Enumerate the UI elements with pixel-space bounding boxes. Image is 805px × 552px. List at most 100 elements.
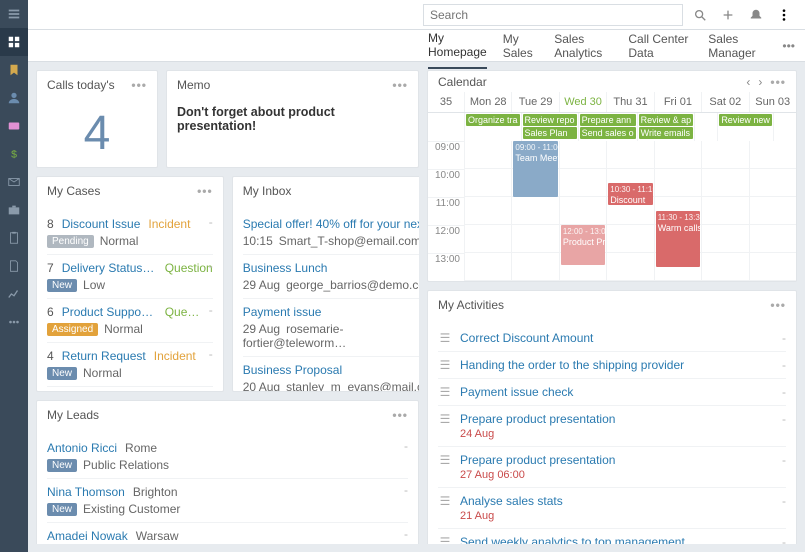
tab-sales[interactable]: My Sales (503, 24, 539, 68)
activity-row[interactable]: ☰ Correct Discount Amount - (438, 325, 786, 352)
cal-event[interactable]: 10:30 - 11:15Discount (608, 183, 652, 205)
lead-city: Rome (125, 441, 157, 455)
inbox-row[interactable]: Business Proposal 20 Augstanley_m_evans@… (243, 357, 419, 391)
more-icon[interactable] (0, 308, 28, 336)
inbox-row[interactable]: Special offer! 40% off for your next … 1… (243, 211, 419, 255)
dashboard-icon[interactable] (0, 28, 28, 56)
activity-title[interactable]: Payment issue check (460, 385, 573, 399)
tabs-more-icon[interactable]: ••• (782, 39, 795, 53)
row-dash: - (782, 453, 786, 467)
row-dash: - (209, 215, 213, 229)
document-icon[interactable] (0, 252, 28, 280)
lead-type: Public Relations (83, 458, 169, 472)
cal-next-icon[interactable]: › (758, 75, 762, 89)
cal-allday-chip[interactable]: Prepare ann (580, 114, 636, 126)
panel-more-icon[interactable]: ••• (770, 75, 786, 89)
case-row[interactable]: 3Asking for compensation due to … Pendin… (47, 387, 213, 391)
activity-title[interactable]: Correct Discount Amount (460, 331, 593, 345)
memo-title: Memo (177, 78, 210, 92)
activity-title[interactable]: Send weekly analytics to top management (460, 535, 685, 544)
activity-row[interactable]: ☰ Send weekly analytics to top managemen… (438, 529, 786, 544)
case-title[interactable]: Product Support Question (62, 305, 157, 319)
case-title[interactable]: Return Request (62, 349, 146, 363)
cal-allday-chip[interactable]: Organize tra (466, 114, 520, 126)
lead-name[interactable]: Antonio Ricci (47, 441, 117, 455)
cal-allday-chip[interactable]: Sales Plan (523, 127, 577, 139)
panel-more-icon[interactable]: ••• (197, 184, 213, 198)
inbox-subject[interactable]: Payment issue (243, 305, 419, 319)
cal-day-header[interactable]: Sat 02 (701, 92, 748, 112)
activity-row[interactable]: ☰ Prepare product presentation 27 Aug 06… (438, 447, 786, 488)
inbox-subject[interactable]: Business Proposal (243, 363, 419, 377)
inbox-row[interactable]: Business Lunch 29 Auggeorge_barrios@demo… (243, 255, 419, 299)
cal-event[interactable]: 11:30 - 13:30Warm calls to repeat custom… (656, 211, 700, 267)
cal-day-header[interactable]: Sun 03 (749, 92, 796, 112)
chart-icon[interactable] (0, 280, 28, 308)
tab-manager[interactable]: Sales Manager (708, 24, 766, 68)
activity-row[interactable]: ☰ Analyse sales stats 21 Aug - (438, 488, 786, 529)
panel-more-icon[interactable]: ••• (392, 78, 408, 92)
case-title[interactable]: Delivery Status Check (62, 261, 157, 275)
cal-day-header[interactable]: Mon 28 (464, 92, 511, 112)
case-row[interactable]: 4Return RequestIncident NewNormal - (47, 343, 213, 387)
cal-event[interactable]: 12:00 - 13:00Product Presentation (561, 225, 605, 265)
cal-allday-chip[interactable]: Review & ap (639, 114, 694, 126)
clipboard-icon[interactable] (0, 224, 28, 252)
activity-row[interactable]: ☰ Payment issue check - (438, 379, 786, 406)
inbox-subject[interactable]: Special offer! 40% off for your next … (243, 217, 419, 231)
cal-event[interactable]: 09:00 - 11:00Team Meeting (513, 141, 557, 197)
activity-title[interactable]: Handing the order to the shipping provid… (460, 358, 684, 372)
dollar-icon[interactable]: $ (0, 140, 28, 168)
case-num: 4 (47, 349, 54, 363)
row-dash: - (782, 331, 786, 345)
cal-day-header[interactable]: Thu 31 (606, 92, 653, 112)
cal-allday-slot: Prepare annSend sales o (578, 113, 637, 141)
case-row[interactable]: 7Delivery Status CheckQuestion NewLow - (47, 255, 213, 299)
activity-title[interactable]: Analyse sales stats (460, 494, 563, 508)
inbox-subject[interactable]: Business Lunch (243, 261, 419, 275)
inbox-time: 20 Aug (243, 380, 280, 391)
lead-name[interactable]: Amadei Nowak (47, 529, 128, 543)
activity-title[interactable]: Prepare product presentation (460, 412, 615, 426)
tab-analytics[interactable]: Sales Analytics (554, 24, 612, 68)
case-row[interactable]: 8Discount IssueIncident PendingNormal - (47, 211, 213, 255)
cal-allday-chip[interactable]: Send sales o (580, 127, 636, 139)
cal-prev-icon[interactable]: ‹ (746, 75, 750, 89)
inbox-row[interactable]: Payment issue 29 Augrosemarie-fortier@te… (243, 299, 419, 357)
lead-row[interactable]: Nina ThomsonBrighton NewExisting Custome… (47, 479, 408, 523)
briefcase-icon[interactable] (0, 196, 28, 224)
activity-row[interactable]: ☰ Handing the order to the shipping prov… (438, 352, 786, 379)
bookmark-icon[interactable] (0, 56, 28, 84)
activity-title[interactable]: Prepare product presentation (460, 453, 615, 467)
case-type: Incident (148, 217, 190, 231)
calendar-title: Calendar (438, 75, 487, 89)
cal-allday-chip[interactable]: Write emails (639, 127, 694, 139)
panel-more-icon[interactable]: ••• (131, 78, 147, 92)
lead-name[interactable]: Nina Thomson (47, 485, 125, 499)
kebab-icon[interactable] (773, 4, 795, 26)
search-icon[interactable] (689, 4, 711, 26)
cal-hour-label: 13:00 (428, 253, 464, 281)
cal-day-header[interactable]: Fri 01 (654, 92, 701, 112)
lead-row[interactable]: Antonio RicciRome NewPublic Relations - (47, 435, 408, 479)
cal-day-header[interactable]: Wed 30 (559, 92, 606, 112)
tab-callcenter[interactable]: Call Center Data (628, 24, 692, 68)
card-icon[interactable] (0, 112, 28, 140)
case-title[interactable]: Discount Issue (62, 217, 141, 231)
calls-title: Calls today's (47, 78, 115, 92)
calls-value: 4 (47, 105, 147, 163)
panel-more-icon[interactable]: ••• (770, 298, 786, 312)
add-icon[interactable] (717, 4, 739, 26)
mail-icon[interactable] (0, 168, 28, 196)
cal-allday-chip[interactable]: Review new (719, 114, 772, 126)
panel-more-icon[interactable]: ••• (392, 408, 408, 422)
person-icon[interactable] (0, 84, 28, 112)
cal-allday-chip[interactable]: Review repo (523, 114, 577, 126)
activity-row[interactable]: ☰ Prepare product presentation 24 Aug - (438, 406, 786, 447)
lead-row[interactable]: Amadei NowakWarsaw In ProcessPartner - (47, 523, 408, 544)
bell-icon[interactable] (745, 4, 767, 26)
case-row[interactable]: 6Product Support QuestionQue… AssignedNo… (47, 299, 213, 343)
menu-icon[interactable] (0, 0, 28, 28)
case-tag: Assigned (47, 323, 98, 336)
cal-day-header[interactable]: Tue 29 (511, 92, 558, 112)
